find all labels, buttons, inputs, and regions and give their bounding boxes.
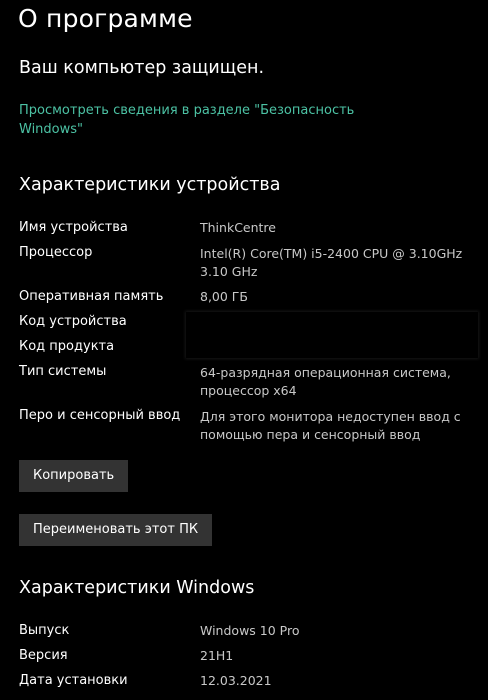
spec-value-version: 21H1 [200, 648, 234, 663]
spec-label-pen-touch: Перо и сенсорный ввод [19, 408, 181, 423]
spec-label-product-id: Код продукта [19, 339, 115, 354]
spec-value-device-name: ThinkCentre [200, 220, 276, 235]
redacted-ids-box [186, 312, 478, 358]
spec-label-ram: Оперативная память [19, 289, 164, 304]
spec-label-system-type: Тип системы [19, 364, 107, 379]
device-specs-heading: Характеристики устройства [19, 175, 281, 195]
spec-label-device-id: Код устройства [19, 314, 127, 329]
spec-value-processor: Intel(R) Core(TM) i5-2400 CPU @ 3.10GHz … [200, 246, 463, 279]
spec-value-install-date: 12.03.2021 [200, 673, 272, 688]
windows-specs-heading: Характеристики Windows [19, 578, 255, 598]
security-status: Ваш компьютер защищен. [19, 58, 265, 78]
spec-label-install-date: Дата установки [19, 673, 128, 688]
spec-label-version: Версия [19, 648, 68, 663]
spec-label-processor: Процессор [19, 245, 93, 260]
windows-security-link[interactable]: Просмотреть сведения в разделе "Безопасн… [19, 101, 359, 139]
spec-label-device-name: Имя устройства [19, 220, 128, 235]
spec-value-system-type: 64-разрядная операционная система, проце… [200, 365, 451, 398]
copy-button[interactable]: Копировать [19, 460, 129, 492]
spec-value-pen-touch: Для этого монитора недоступен ввод с пом… [200, 409, 461, 442]
spec-value-ram: 8,00 ГБ [200, 289, 249, 304]
about-page: О программе Ваш компьютер защищен. Просм… [0, 0, 488, 700]
spec-value-edition: Windows 10 Pro [200, 623, 300, 638]
spec-label-edition: Выпуск [19, 623, 70, 638]
page-title: О программе [18, 4, 193, 33]
rename-pc-button[interactable]: Переименовать этот ПК [19, 514, 213, 546]
